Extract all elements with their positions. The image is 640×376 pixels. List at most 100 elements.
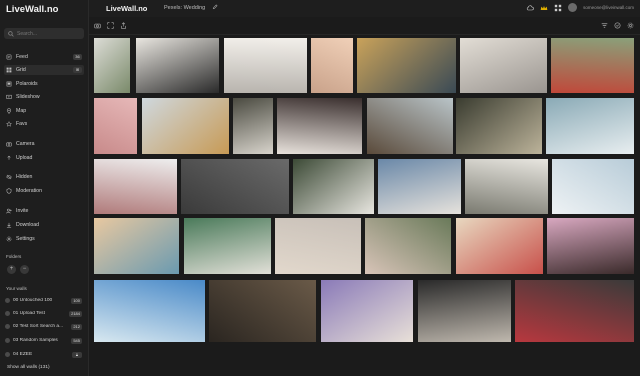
sidebar-item-label: Polaroids xyxy=(16,81,38,87)
photo-tile[interactable] xyxy=(456,98,542,154)
sidebar-item-label: Grid xyxy=(16,67,26,73)
fullscreen-icon[interactable] xyxy=(107,22,114,29)
photo-tile[interactable] xyxy=(184,218,271,274)
sidebar-item-moderation[interactable]: Moderation xyxy=(4,186,84,196)
photo-tile[interactable] xyxy=(233,98,273,154)
sidebar-item-camera[interactable]: Camera xyxy=(4,139,84,149)
wall-item[interactable]: 03 Random Samples 545 xyxy=(4,336,84,345)
photo-tile[interactable] xyxy=(378,159,461,214)
grid-options-icon[interactable]: ⊞ xyxy=(73,67,82,73)
top-bar: LiveWall.no Pexels: Wedding someone@live… xyxy=(89,0,640,17)
photo-tile[interactable] xyxy=(293,159,374,214)
app-logo[interactable]: LiveWall.no xyxy=(6,4,58,15)
photo-tile[interactable] xyxy=(365,218,451,274)
sidebar-item-label: Camera xyxy=(16,141,35,147)
wall-item[interactable]: 04 EZEE 🔒︎ xyxy=(4,350,84,359)
photo-tile[interactable] xyxy=(552,159,634,214)
add-folder-button[interactable]: + xyxy=(7,265,16,274)
wall-item[interactable]: 02 Test Sort Search a... 212 xyxy=(4,322,84,331)
sidebar-item-settings[interactable]: Settings xyxy=(4,234,84,244)
photo-tile[interactable] xyxy=(418,280,511,342)
sidebar-item-label: Map xyxy=(16,108,27,114)
photo-tile[interactable] xyxy=(460,38,547,93)
sidebar-item-label: Download xyxy=(16,222,40,228)
photo-tile[interactable] xyxy=(94,218,179,274)
wall-item[interactable]: 00 Untouched 100 100 xyxy=(4,296,84,305)
sidebar-item-polaroids[interactable]: Polaroids xyxy=(4,79,84,89)
sidebar-item-label: Favs xyxy=(16,121,28,127)
sidebar-item-label: Moderation xyxy=(16,188,42,194)
photo-grid xyxy=(94,38,634,342)
camera-icon[interactable] xyxy=(94,22,101,29)
folders-label: Folders xyxy=(6,254,22,259)
wall-name: 01 Upload Test xyxy=(13,311,45,316)
grid-view-icon[interactable] xyxy=(554,4,562,12)
sidebar-item-grid[interactable]: Grid ⊞ xyxy=(4,65,84,75)
photo-tile[interactable] xyxy=(515,280,634,342)
photo-tile[interactable] xyxy=(142,98,229,154)
header-actions: someone@liveinwall.com xyxy=(526,3,634,12)
wall-item[interactable]: 01 Upload Test 2184 xyxy=(4,309,84,318)
sidebar-item-upload[interactable]: Upload xyxy=(4,153,84,163)
user-email[interactable]: someone@liveinwall.com xyxy=(583,5,634,10)
settings-icon[interactable] xyxy=(627,22,634,29)
sort-icon[interactable] xyxy=(601,22,608,29)
wall-name: 03 Random Samples xyxy=(13,338,58,343)
upload-icon xyxy=(6,155,12,161)
photo-tile[interactable] xyxy=(551,38,634,93)
remove-folder-button[interactable]: − xyxy=(20,265,29,274)
photo-tile[interactable] xyxy=(94,159,177,214)
photo-tile[interactable] xyxy=(275,218,361,274)
sidebar-item-label: Slideshow xyxy=(16,94,40,100)
photo-tile[interactable] xyxy=(94,38,130,93)
photo-tile[interactable] xyxy=(181,159,289,214)
sidebar-item-label: Feed xyxy=(16,54,28,60)
photo-tile[interactable] xyxy=(209,280,316,342)
wall-count-badge: 100 xyxy=(71,298,82,304)
photo-tile[interactable] xyxy=(94,280,205,342)
gear-icon xyxy=(6,236,12,242)
walls-label: Your walls xyxy=(6,286,27,291)
photo-tile[interactable] xyxy=(546,98,634,154)
photo-tile[interactable] xyxy=(136,38,219,93)
photo-tile[interactable] xyxy=(311,38,353,93)
sidebar: LiveWall.no Feed 36 Grid ⊞ Polaroids Slidesho… xyxy=(0,0,89,376)
breadcrumb-wall-name[interactable]: Wedding xyxy=(184,5,206,11)
sidebar-item-hidden[interactable]: Hidden xyxy=(4,172,84,182)
photo-tile[interactable] xyxy=(456,218,543,274)
avatar[interactable] xyxy=(568,3,578,12)
sidebar-item-invite[interactable]: Invite xyxy=(4,206,84,216)
photo-tile[interactable] xyxy=(277,98,362,154)
eye-off-icon xyxy=(6,174,12,180)
sidebar-item-map[interactable]: Map xyxy=(4,106,84,116)
search-box[interactable] xyxy=(4,28,84,39)
sidebar-item-favs[interactable]: Favs xyxy=(4,119,84,129)
photo-tile[interactable] xyxy=(224,38,307,93)
slideshow-icon xyxy=(6,94,12,100)
sidebar-item-label: Settings xyxy=(16,236,35,242)
toolbar xyxy=(89,17,640,35)
photo-tile[interactable] xyxy=(367,98,453,154)
crown-icon[interactable] xyxy=(540,4,548,12)
sidebar-item-feed[interactable]: Feed 36 xyxy=(4,52,84,62)
sidebar-item-download[interactable]: Download xyxy=(4,220,84,230)
photo-tile[interactable] xyxy=(94,98,137,154)
photo-tile[interactable] xyxy=(547,218,634,274)
search-icon xyxy=(8,30,14,37)
wall-thumbnail xyxy=(5,324,10,329)
search-input[interactable] xyxy=(17,30,77,37)
wall-count-badge: 212 xyxy=(71,324,82,330)
wall-name: 02 Test Sort Search a... xyxy=(13,324,64,329)
sidebar-item-slideshow[interactable]: Slideshow xyxy=(4,92,84,102)
cloud-icon[interactable] xyxy=(526,4,534,12)
photo-tile[interactable] xyxy=(357,38,456,93)
wall-thumbnail xyxy=(5,298,10,303)
photo-tile[interactable] xyxy=(465,159,548,214)
share-icon[interactable] xyxy=(120,22,127,29)
wall-thumbnail xyxy=(5,338,10,343)
edit-icon[interactable] xyxy=(212,4,218,10)
check-circle-icon[interactable] xyxy=(614,22,621,29)
show-all-walls-link[interactable]: Show all walls (131) xyxy=(7,365,50,370)
photo-tile[interactable] xyxy=(321,280,413,342)
map-icon xyxy=(6,108,12,114)
